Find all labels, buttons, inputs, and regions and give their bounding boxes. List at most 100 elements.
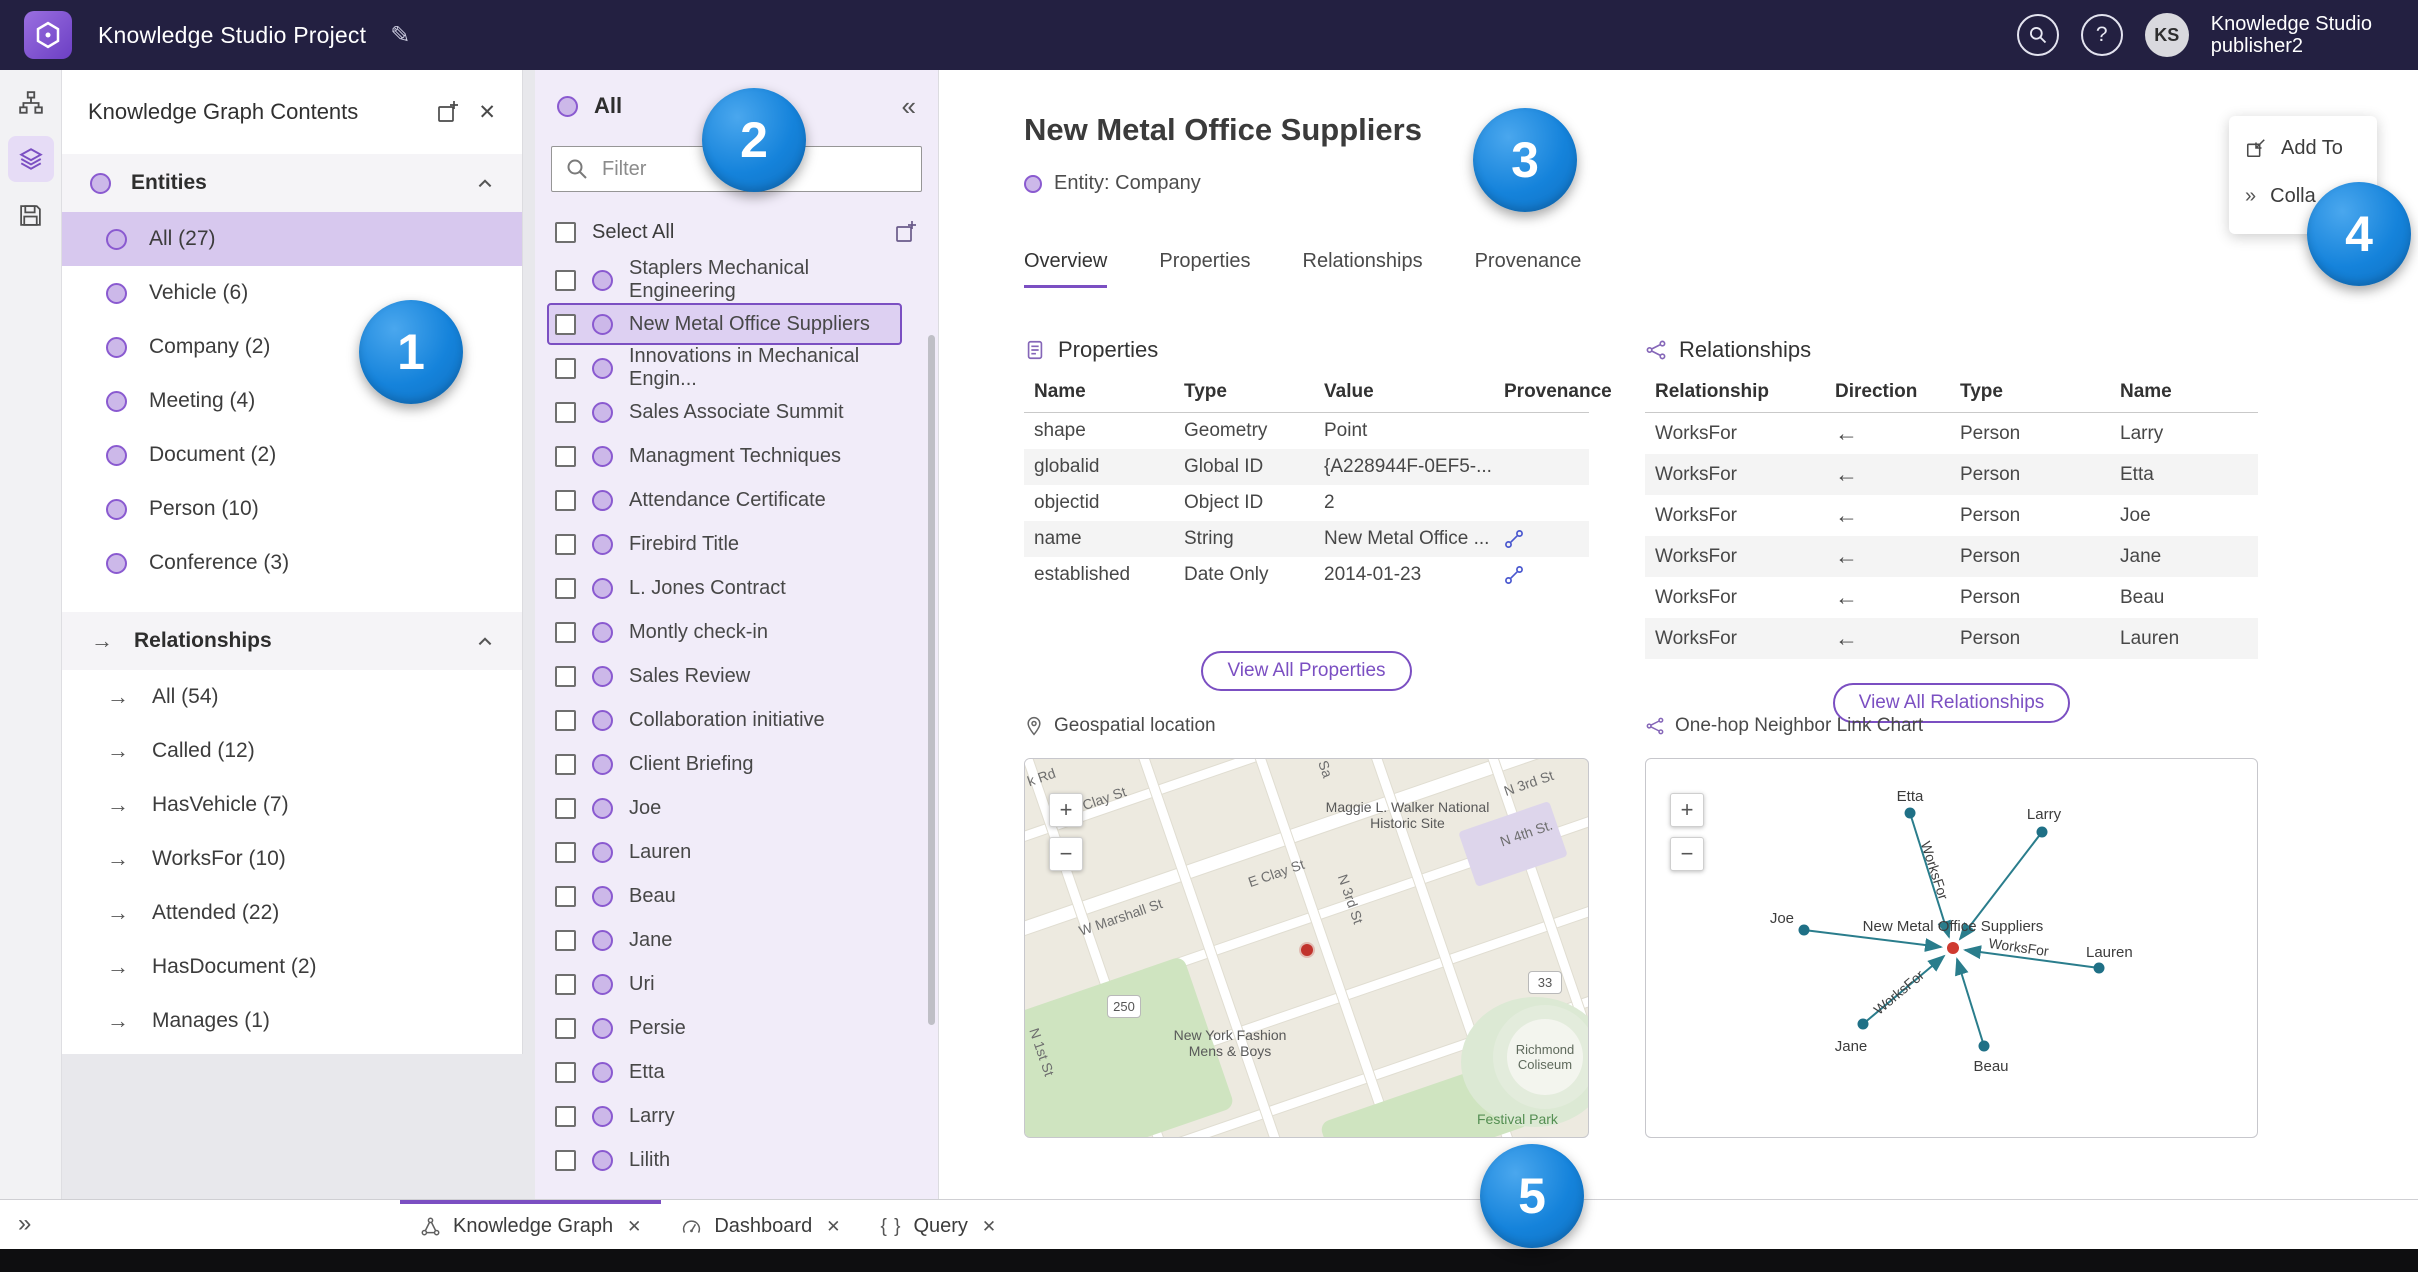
entities-item-person[interactable]: Person (10) xyxy=(62,482,522,536)
graph-node[interactable] xyxy=(1798,924,1810,936)
new-item-icon[interactable] xyxy=(436,100,460,124)
tab-dashboard[interactable]: Dashboard ✕ xyxy=(661,1200,860,1249)
data-model-button[interactable] xyxy=(8,80,54,126)
item-checkbox[interactable] xyxy=(555,489,576,511)
relationships-item-hasvehicle[interactable]: → HasVehicle (7) xyxy=(62,778,522,832)
close-tab-icon[interactable]: ✕ xyxy=(627,1217,641,1237)
item-checkbox[interactable] xyxy=(555,1017,576,1039)
new-item-icon[interactable] xyxy=(894,220,918,244)
item-checkbox[interactable] xyxy=(555,357,576,379)
zoom-out-button[interactable]: − xyxy=(1670,837,1704,871)
provenance-icon[interactable] xyxy=(1504,529,1524,549)
list-item[interactable]: Managment Techniques xyxy=(535,434,938,478)
close-tab-icon[interactable]: ✕ xyxy=(826,1217,840,1237)
item-checkbox[interactable] xyxy=(555,401,576,423)
graph-node[interactable] xyxy=(2036,826,2048,838)
graph-node[interactable] xyxy=(1857,1018,1869,1030)
item-checkbox[interactable] xyxy=(555,621,576,643)
layers-button[interactable] xyxy=(7,136,54,182)
list-item[interactable]: Attendance Certificate xyxy=(535,478,938,522)
item-checkbox[interactable] xyxy=(555,929,576,951)
zoom-out-button[interactable]: − xyxy=(1049,837,1083,871)
tab-knowledge-graph[interactable]: Knowledge Graph ✕ xyxy=(400,1200,662,1249)
view-all-properties-button[interactable]: View All Properties xyxy=(1201,651,1412,691)
search-button[interactable] xyxy=(2016,14,2059,56)
close-panel-icon[interactable]: ✕ xyxy=(478,100,496,125)
tab-query[interactable]: { } Query ✕ xyxy=(860,1200,1016,1249)
chevron-up-icon[interactable] xyxy=(476,176,494,190)
item-checkbox[interactable] xyxy=(555,313,576,335)
help-button[interactable]: ? xyxy=(2080,14,2123,56)
app-logo-icon[interactable] xyxy=(24,11,72,59)
add-to-button[interactable]: Add To xyxy=(2229,124,2377,172)
item-checkbox[interactable] xyxy=(555,533,576,555)
tab-provenance[interactable]: Provenance xyxy=(1475,250,1582,288)
relationships-item-manages[interactable]: → Manages (1) xyxy=(62,994,522,1048)
entities-item-document[interactable]: Document (2) xyxy=(62,428,522,482)
zoom-in-button[interactable]: + xyxy=(1670,793,1704,827)
avatar[interactable]: KS xyxy=(2144,13,2189,57)
graph-node[interactable] xyxy=(1904,807,1916,819)
close-tab-icon[interactable]: ✕ xyxy=(982,1217,996,1237)
list-item[interactable]: Staplers Mechanical Engineering xyxy=(535,257,938,302)
list-item[interactable]: Jane xyxy=(535,918,938,962)
item-checkbox[interactable] xyxy=(555,577,576,599)
graph-center-node[interactable] xyxy=(1947,942,1959,954)
item-checkbox[interactable] xyxy=(555,797,576,819)
link-chart-panel[interactable]: + − WorksFor WorksFor WorksFor Etta Larr… xyxy=(1645,758,2258,1138)
entities-item-vehicle[interactable]: Vehicle (6) xyxy=(62,266,522,320)
item-checkbox[interactable] xyxy=(555,841,576,863)
scrollbar-thumb[interactable] xyxy=(928,335,935,1025)
graph-node[interactable] xyxy=(2093,962,2105,974)
tab-relationships[interactable]: Relationships xyxy=(1303,250,1423,288)
list-item[interactable]: Sales Review xyxy=(535,654,938,698)
relationships-section-header[interactable]: → Relationships xyxy=(62,612,522,670)
list-item-selected[interactable]: New Metal Office Suppliers xyxy=(535,302,938,346)
item-checkbox[interactable] xyxy=(555,445,576,467)
list-item[interactable]: Firebird Title xyxy=(535,522,938,566)
relationships-item-worksfor[interactable]: → WorksFor (10) xyxy=(62,832,522,886)
list-item[interactable]: Larry xyxy=(535,1094,938,1138)
graph-node[interactable] xyxy=(1978,1040,1990,1052)
relationships-item-all[interactable]: → All (54) xyxy=(62,670,522,724)
tab-properties[interactable]: Properties xyxy=(1159,250,1250,288)
save-button[interactable] xyxy=(8,192,54,238)
list-item[interactable]: Etta xyxy=(535,1050,938,1094)
entities-item-conference[interactable]: Conference (3) xyxy=(62,536,522,590)
list-item[interactable]: Collaboration initiative xyxy=(535,698,938,742)
list-item[interactable]: Persie xyxy=(535,1006,938,1050)
tab-overview[interactable]: Overview xyxy=(1024,250,1108,288)
list-item[interactable]: Sales Associate Summit xyxy=(535,390,938,434)
item-checkbox[interactable] xyxy=(555,973,576,995)
relationships-item-called[interactable]: → Called (12) xyxy=(62,724,522,778)
chevron-up-icon[interactable] xyxy=(476,634,494,648)
list-item[interactable]: L. Jones Contract xyxy=(535,566,938,610)
item-checkbox[interactable] xyxy=(555,709,576,731)
item-checkbox[interactable] xyxy=(555,269,576,291)
provenance-icon[interactable] xyxy=(1504,565,1524,585)
collapse-panel-icon[interactable]: « xyxy=(902,91,916,122)
expand-rail-icon[interactable]: » xyxy=(18,1210,31,1238)
edit-title-icon[interactable]: ✎ xyxy=(390,21,410,50)
list-item[interactable]: Client Briefing xyxy=(535,742,938,786)
item-checkbox[interactable] xyxy=(555,1149,576,1171)
map-panel[interactable]: Richmond Coliseum k Rd W Clay St Sa N 3r… xyxy=(1024,758,1589,1138)
relationships-item-hasdocument[interactable]: → HasDocument (2) xyxy=(62,940,522,994)
entities-item-all[interactable]: All (27) xyxy=(62,212,522,266)
zoom-in-button[interactable]: + xyxy=(1049,793,1083,827)
list-item[interactable]: Beau xyxy=(535,874,938,918)
item-checkbox[interactable] xyxy=(555,1061,576,1083)
entities-section-header[interactable]: Entities xyxy=(62,154,522,212)
list-item[interactable]: Joe xyxy=(535,786,938,830)
item-checkbox[interactable] xyxy=(555,665,576,687)
select-all-checkbox[interactable] xyxy=(555,221,576,243)
item-checkbox[interactable] xyxy=(555,1105,576,1127)
list-item[interactable]: Lauren xyxy=(535,830,938,874)
item-checkbox[interactable] xyxy=(555,885,576,907)
list-item[interactable]: Montly check-in xyxy=(535,610,938,654)
list-item[interactable]: Innovations in Mechanical Engin... xyxy=(535,345,938,390)
list-item[interactable]: Uri xyxy=(535,962,938,1006)
list-item[interactable]: Lilith xyxy=(535,1138,938,1182)
relationships-item-attended[interactable]: → Attended (22) xyxy=(62,886,522,940)
item-checkbox[interactable] xyxy=(555,753,576,775)
